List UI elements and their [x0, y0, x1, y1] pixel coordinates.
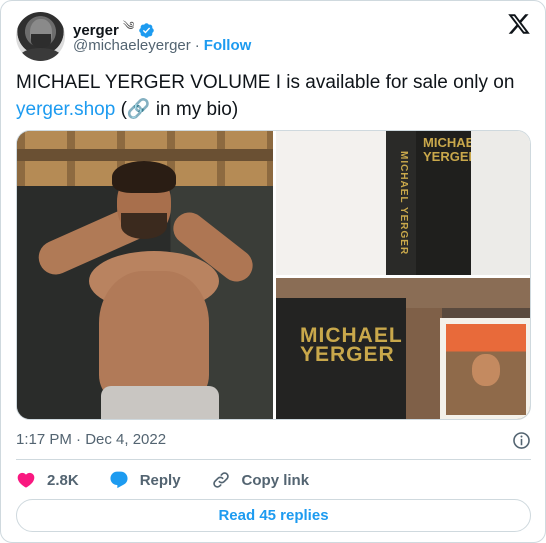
read-replies-button[interactable]: Read 45 replies [16, 499, 531, 532]
tweet-text: MICHAEL YERGER VOLUME I is available for… [16, 69, 531, 123]
reply-button[interactable]: Reply [109, 470, 181, 490]
book-spine-text: MICHAEL YERGER [398, 151, 409, 256]
separator: · [194, 37, 200, 54]
like-count: 2.8K [47, 471, 79, 489]
link-icon [212, 472, 229, 488]
divider [16, 459, 531, 460]
follow-button[interactable]: Follow [204, 37, 252, 54]
media-grid: MICHAEL YERGER MICHAEL YERGER MICHAEL YE… [16, 130, 531, 420]
x-logo-icon[interactable] [506, 12, 532, 36]
handle-row: @michaeleyerger · Follow [73, 37, 251, 54]
polaroid-photo [440, 318, 530, 419]
media-photo-main[interactable] [17, 131, 273, 419]
heart-icon [17, 472, 35, 488]
action-bar: 2.8K Reply Copy link [16, 470, 339, 490]
tweet-card: yerger ༄ @michaeleyerger · Follow MICHAE… [0, 0, 546, 543]
author-avatar[interactable] [16, 12, 65, 61]
copy-link-button[interactable]: Copy link [211, 470, 310, 490]
shop-link[interactable]: yerger.shop [16, 99, 115, 120]
tweet-text-part2: (🔗 in my bio) [115, 99, 239, 120]
author-handle[interactable]: @michaeleyerger [73, 37, 191, 54]
author-name[interactable]: yerger [73, 22, 119, 39]
verified-badge-icon [139, 22, 155, 38]
book-cover-title: MICHAEL YERGER [300, 325, 403, 366]
like-button[interactable]: 2.8K [16, 470, 79, 490]
book-title-line2: YERGER [300, 343, 395, 366]
tweet-text-part1: MICHAEL YERGER VOLUME I is available for… [16, 72, 515, 93]
reply-bubble-icon [110, 471, 128, 489]
reply-label: Reply [139, 471, 181, 489]
media-photo-book-cover[interactable]: MICHAEL YERGER [276, 278, 530, 419]
info-icon[interactable] [512, 431, 531, 450]
copy-link-label: Copy link [241, 471, 310, 489]
tweet-timestamp[interactable]: 1:17 PM · Dec 4, 2022 [16, 431, 166, 448]
media-photo-book-spine[interactable]: MICHAEL YERGER MICHAEL YERGER [276, 131, 530, 275]
